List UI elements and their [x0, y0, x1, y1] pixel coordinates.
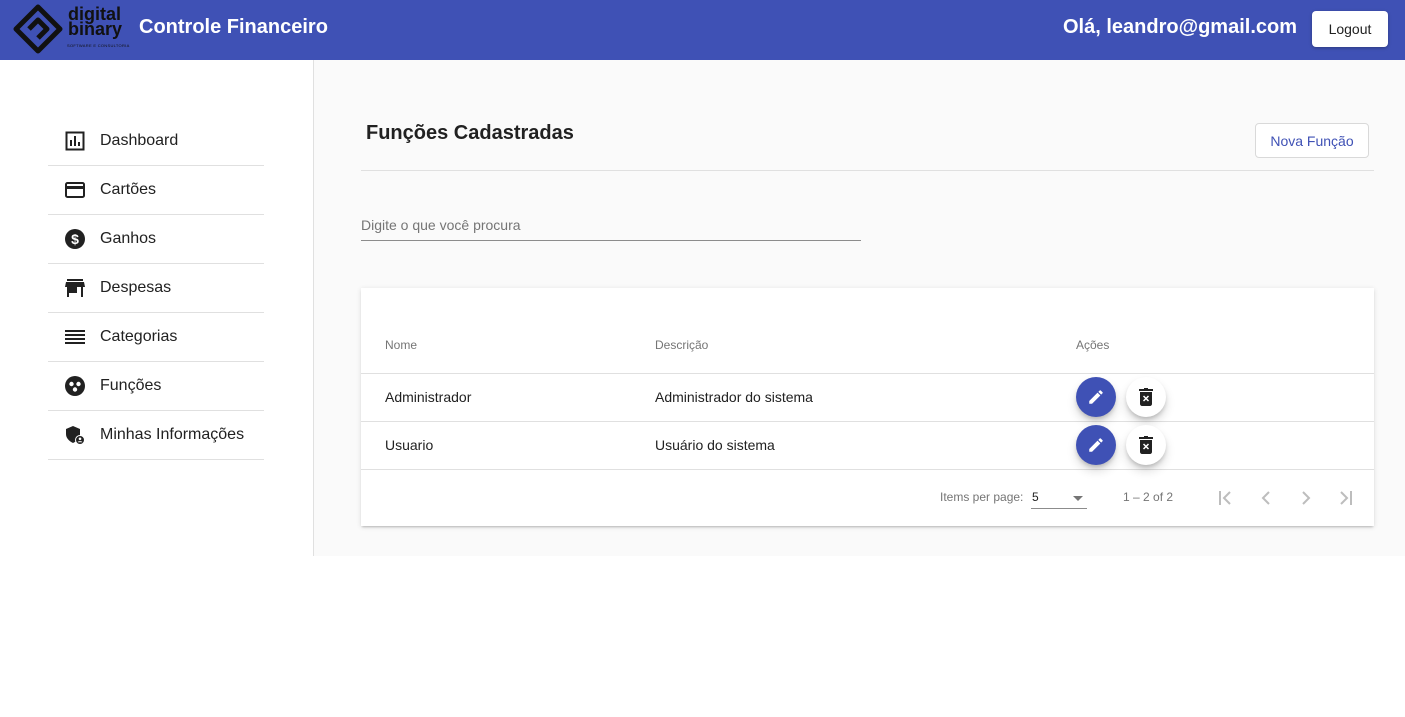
chevron-right-icon — [1302, 491, 1311, 505]
sidebar-item-label: Categorias — [100, 328, 178, 345]
dropdown-arrow-icon — [1073, 496, 1083, 501]
store-icon — [65, 278, 85, 298]
svg-text:$: $ — [71, 231, 79, 247]
sidebar-item-label: Ganhos — [100, 230, 157, 247]
admin-shield-icon — [65, 425, 85, 445]
logo-wordmark: digital binary — [68, 5, 123, 39]
table-row: Usuario Usuário do sistema — [361, 422, 1374, 470]
sidebar-item-label: Minhas Informações — [100, 426, 245, 443]
edit-button[interactable] — [1076, 425, 1116, 465]
page-title: Funções Cadastradas — [366, 122, 574, 144]
credit-card-icon — [65, 180, 85, 200]
group-icon — [65, 376, 85, 396]
pencil-icon — [1089, 438, 1103, 452]
main-content: Funções Cadastradas Nova Função Nome Des… — [314, 60, 1405, 556]
column-header-nome[interactable]: Nome — [385, 338, 417, 352]
items-per-page-label: Items per page: — [940, 490, 1024, 504]
app-title: Controle Financeiro — [139, 16, 328, 38]
dollar-circle-icon: $ — [65, 229, 85, 249]
list-icon — [65, 327, 85, 347]
top-toolbar: digital binary SOFTWARE E CONSULTORIA Co… — [0, 0, 1405, 60]
sidebar-item-label: Cartões — [100, 181, 157, 198]
cell-nome: Administrador — [385, 389, 472, 405]
bar-chart-icon — [65, 131, 85, 151]
logout-button[interactable]: Logout — [1312, 11, 1388, 47]
funcoes-table: Nome Descrição Ações Administrador Admin… — [361, 288, 1374, 526]
logo-subtitle: SOFTWARE E CONSULTORIA — [67, 43, 130, 48]
chevron-left-icon — [1261, 491, 1270, 505]
next-page-button[interactable] — [1294, 486, 1318, 510]
digital-binary-logo[interactable]: digital binary SOFTWARE E CONSULTORIA — [12, 3, 129, 55]
sidebar: Dashboard Cartões $ Ganhos Despesas Cate… — [0, 60, 314, 556]
sidebar-item-despesas[interactable]: Despesas — [48, 264, 264, 313]
sidebar-item-label: Funções — [100, 377, 162, 394]
user-greeting: Olá, leandro@gmail.com — [1063, 16, 1298, 38]
nova-funcao-button[interactable]: Nova Função — [1255, 123, 1369, 158]
sidebar-item-ganhos[interactable]: $ Ganhos — [48, 215, 264, 264]
sidebar-nav: Dashboard Cartões $ Ganhos Despesas Cate… — [48, 117, 264, 460]
logo-mark-icon — [13, 4, 63, 54]
items-per-page-select[interactable]: 5 — [1031, 482, 1087, 509]
logo-line-2: binary — [68, 19, 123, 39]
sidebar-item-label: Dashboard — [100, 132, 179, 149]
delete-button[interactable] — [1126, 425, 1166, 465]
delete-forever-icon — [1139, 388, 1153, 406]
previous-page-button[interactable] — [1254, 486, 1278, 510]
cell-nome: Usuario — [385, 437, 434, 453]
first-page-button[interactable] — [1213, 486, 1237, 510]
last-page-icon — [1340, 491, 1352, 505]
column-header-descricao[interactable]: Descrição — [655, 338, 708, 352]
sidebar-item-label: Despesas — [100, 279, 172, 296]
delete-button[interactable] — [1126, 377, 1166, 417]
cell-descricao: Usuário do sistema — [655, 437, 775, 453]
last-page-button[interactable] — [1334, 486, 1358, 510]
table-row: Administrador Administrador do sistema — [361, 374, 1374, 422]
edit-button[interactable] — [1076, 377, 1116, 417]
pencil-icon — [1089, 390, 1103, 404]
sidebar-item-minhas-informacoes[interactable]: Minhas Informações — [48, 411, 264, 460]
delete-forever-icon — [1139, 436, 1153, 454]
search-input[interactable] — [361, 210, 861, 241]
table-header: Nome Descrição Ações — [361, 316, 1374, 374]
first-page-icon — [1219, 491, 1231, 505]
paginator: Items per page: 5 1 – 2 of 2 — [361, 470, 1374, 526]
divider — [361, 170, 1374, 171]
column-header-acoes: Ações — [1076, 338, 1110, 352]
sidebar-item-cartoes[interactable]: Cartões — [48, 166, 264, 215]
cell-descricao: Administrador do sistema — [655, 389, 813, 405]
items-per-page-value: 5 — [1032, 490, 1039, 504]
sidebar-item-categorias[interactable]: Categorias — [48, 313, 264, 362]
sidebar-item-funcoes[interactable]: Funções — [48, 362, 264, 411]
sidebar-item-dashboard[interactable]: Dashboard — [48, 117, 264, 166]
page-range-label: 1 – 2 of 2 — [1123, 490, 1174, 504]
